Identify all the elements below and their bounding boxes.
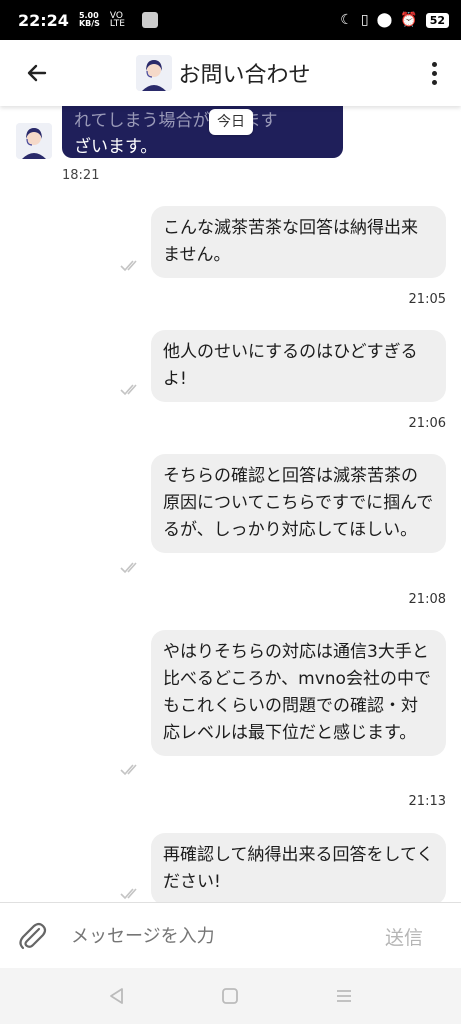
user-message-bubble: そちらの確認と回答は滅茶苦茶の原因についてこちらですでに掴んでるが、しっかり対応… xyxy=(151,454,446,553)
header-title-group: お問い合わせ xyxy=(136,55,311,91)
support-avatar xyxy=(136,55,173,91)
user-message-bubble: 再確認して納得出来る回答をしてください! xyxy=(151,833,446,902)
app-bar: お問い合わせ xyxy=(0,40,461,106)
agent-message-line2: ざいます。 xyxy=(74,137,158,157)
location-icon: ⬤ xyxy=(376,12,393,28)
message-input[interactable] xyxy=(69,924,353,948)
arrow-left-icon xyxy=(27,64,47,82)
user-message-text: やはりそちらの対応は通信3大手と比べるどころか、mvno会社の中でもこれくらいの… xyxy=(163,642,431,743)
battery-icon: 52 xyxy=(425,12,449,28)
network-indicator: 5.00 KB/S xyxy=(79,12,100,28)
status-time: 22:24 xyxy=(18,10,69,30)
user-message-bubble: 他人のせいにするのはひどすぎるよ! xyxy=(151,330,446,402)
menu-lines-icon xyxy=(337,990,352,1002)
user-message-bubble: やはりそちらの対応は通信3大手と比べるどころか、mvno会社の中でもこれくらいの… xyxy=(151,630,446,756)
read-check-icon xyxy=(120,764,137,776)
user-message-text: 他人のせいにするのはひどすぎるよ! xyxy=(163,342,418,389)
nav-home-button[interactable] xyxy=(210,976,250,1016)
user-message-text: そちらの確認と回答は滅茶苦茶の原因についてこちらですでに掴んでるが、しっかり対応… xyxy=(163,466,434,540)
back-button[interactable] xyxy=(22,58,52,88)
triangle-back-icon xyxy=(109,988,123,1004)
message-composer: 送信 xyxy=(0,902,461,969)
agent-message-bubble: れてしまう場合があります ざいます。 xyxy=(62,106,343,158)
attach-button[interactable] xyxy=(15,919,49,953)
user-message-bubble: こんな滅茶苦茶な回答は納得出来ません。 xyxy=(151,206,446,278)
status-bar: 22:24 5.00 KB/S VO LTE ☾ ▯ ⬤ ⏰ 52 xyxy=(0,0,461,40)
status-icons: ☾ ▯ ⬤ ⏰ 52 xyxy=(340,12,449,28)
message-time: 21:05 xyxy=(408,292,446,307)
square-home-icon xyxy=(222,988,239,1004)
paperclip-icon xyxy=(19,922,47,950)
read-check-icon xyxy=(120,562,137,574)
chat-area[interactable]: れてしまう場合があります ざいます。 今日 18:21 こんな滅茶苦茶な回答は納… xyxy=(0,106,461,902)
page-title: お問い合わせ xyxy=(178,63,311,88)
system-nav-bar xyxy=(0,968,461,1024)
read-check-icon xyxy=(120,384,137,396)
more-menu-button[interactable] xyxy=(423,58,447,88)
moon-icon: ☾ xyxy=(340,12,353,28)
nav-back-button[interactable] xyxy=(97,976,137,1016)
nav-recents-button[interactable] xyxy=(324,976,364,1016)
alarm-icon: ⏰ xyxy=(400,12,418,28)
user-message-text: こんな滅茶苦茶な回答は納得出来ません。 xyxy=(163,218,418,265)
date-chip: 今日 xyxy=(209,109,253,135)
read-check-icon xyxy=(120,260,137,272)
message-time: 21:08 xyxy=(408,592,446,607)
message-time: 21:13 xyxy=(408,794,446,809)
vibrate-icon: ▯ xyxy=(360,12,369,28)
net-unit: KB/S xyxy=(78,19,100,28)
more-vertical-icon xyxy=(432,61,438,67)
send-button[interactable]: 送信 xyxy=(385,923,423,950)
message-time: 21:06 xyxy=(408,416,446,431)
agent-avatar xyxy=(16,123,52,159)
net-type: VO LTE xyxy=(109,11,125,29)
read-check-icon xyxy=(120,888,137,900)
agent-message-time: 18:21 xyxy=(62,168,100,183)
notification-icon xyxy=(141,12,158,28)
user-message-text: 再確認して納得出来る回答をしてください! xyxy=(163,845,434,892)
